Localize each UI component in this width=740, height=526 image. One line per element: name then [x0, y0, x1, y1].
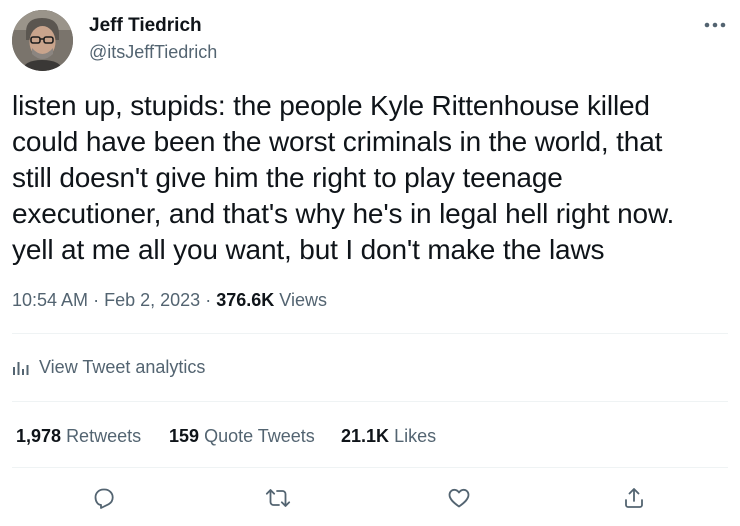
divider — [12, 333, 728, 334]
likes-stat[interactable]: 21.1K Likes — [341, 425, 436, 447]
avatar[interactable] — [12, 10, 73, 71]
tweet-metadata: 10:54 AM · Feb 2, 2023 · 376.6K Views — [12, 289, 327, 311]
retweets-label: Retweets — [66, 426, 142, 446]
retweets-stat[interactable]: 1,978 Retweets — [16, 425, 141, 447]
user-handle[interactable]: @itsJeffTiedrich — [89, 41, 217, 63]
divider — [12, 467, 728, 468]
display-name[interactable]: Jeff Tiedrich — [89, 14, 202, 38]
retweet-icon — [265, 489, 291, 507]
tweet-time[interactable]: 10:54 AM — [12, 290, 88, 310]
avatar-photo — [12, 10, 73, 71]
share-icon — [625, 488, 643, 508]
tweet-date[interactable]: Feb 2, 2023 — [104, 290, 200, 310]
more-options-button[interactable] — [698, 12, 732, 38]
share-button[interactable] — [616, 484, 652, 512]
views-label: Views — [279, 290, 327, 310]
views-count: 376.6K — [216, 290, 275, 310]
reply-icon — [94, 488, 114, 509]
like-button[interactable] — [441, 484, 477, 512]
reply-button[interactable] — [86, 484, 122, 512]
tweet-text: listen up, stupids: the people Kyle Ritt… — [12, 90, 675, 265]
meta-separator: · — [205, 290, 212, 310]
likes-label: Likes — [394, 426, 437, 446]
view-tweet-analytics-link[interactable]: View Tweet analytics — [12, 356, 205, 378]
analytics-label: View Tweet analytics — [39, 357, 206, 377]
divider — [12, 401, 728, 402]
likes-count: 21.1K — [341, 426, 390, 446]
meta-separator: · — [93, 290, 100, 310]
more-dots-icon — [704, 22, 726, 28]
like-icon — [448, 488, 470, 508]
bar-chart-icon — [12, 358, 29, 376]
retweet-button[interactable] — [260, 484, 296, 512]
retweets-count: 1,978 — [16, 426, 62, 446]
quote-tweets-label: Quote Tweets — [204, 426, 315, 446]
quote-tweets-stat[interactable]: 159 Quote Tweets — [169, 425, 315, 447]
quote-tweets-count: 159 — [169, 426, 200, 446]
